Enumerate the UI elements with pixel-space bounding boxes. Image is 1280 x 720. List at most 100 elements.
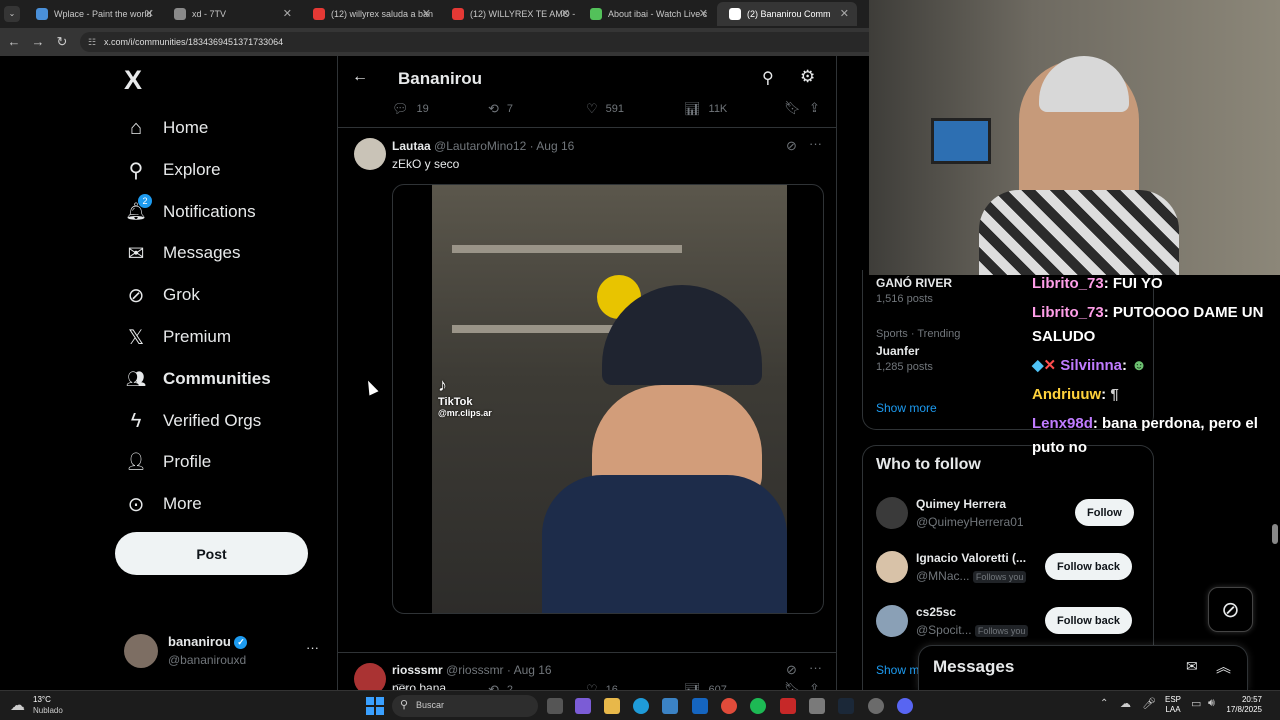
more-icon[interactable]: ··· bbox=[306, 640, 319, 655]
close-icon[interactable]: ✕ bbox=[422, 2, 431, 26]
browser-tab[interactable]: About ibai - Watch Live c ✕ bbox=[578, 2, 716, 26]
weather-widget[interactable]: ☁ 13°C Nublado bbox=[10, 694, 90, 718]
start-button[interactable] bbox=[366, 697, 384, 715]
volume-icon[interactable]: 🔊︎ bbox=[1208, 697, 1215, 710]
show-more-link[interactable]: Show more bbox=[876, 401, 937, 415]
grok-icon[interactable]: ⊘ bbox=[786, 662, 797, 678]
close-icon[interactable]: ✕ bbox=[699, 2, 708, 26]
search-icon[interactable]: ⚲ bbox=[762, 68, 774, 88]
edge-icon[interactable] bbox=[633, 698, 649, 714]
chevron-up-icon[interactable]: ⌃ bbox=[1100, 698, 1108, 709]
close-icon[interactable]: ✕ bbox=[145, 2, 154, 26]
follow-back-button[interactable]: Follow back bbox=[1045, 607, 1132, 634]
gear-icon[interactable]: ⚙ bbox=[800, 67, 815, 87]
tweet[interactable]: Lautaa @LautaroMino12 · Aug 16 ⊘ ··· zEk… bbox=[338, 128, 836, 697]
account-switcher[interactable]: bananirou ✓ @bananirouxd ··· bbox=[124, 632, 324, 672]
tweet-date[interactable]: · Aug 16 bbox=[530, 139, 575, 153]
nav-grok[interactable]: ⊘ Grok bbox=[124, 278, 200, 312]
nav-profile[interactable]: 👤︎ Profile bbox=[124, 445, 211, 479]
discord-icon[interactable] bbox=[897, 698, 913, 714]
nav-notifications[interactable]: 🔔︎ 2 Notifications bbox=[124, 194, 256, 229]
browser-tab-active[interactable]: (2) Bananirou Comm ✕ bbox=[717, 2, 857, 26]
browser-tab[interactable]: (12) willyrex saluda a ban ✕ bbox=[301, 2, 439, 26]
nav-explore[interactable]: ⚲ Explore bbox=[124, 153, 221, 187]
nav-verified-orgs[interactable]: ϟ Verified Orgs bbox=[124, 404, 262, 438]
verified-icon: ✓ bbox=[234, 636, 248, 650]
bookmark-icon[interactable]: 🔖︎ bbox=[784, 100, 801, 116]
app-icon[interactable] bbox=[780, 698, 796, 714]
back-arrow-icon[interactable]: ← bbox=[352, 68, 368, 86]
chrome-icon[interactable] bbox=[721, 698, 737, 714]
messages-drawer[interactable]: Messages ✉ ︽ bbox=[918, 645, 1248, 690]
tweet-author-handle[interactable]: @LautaroMino12 bbox=[434, 139, 526, 153]
nav-home[interactable]: ⌂ Home bbox=[124, 111, 208, 145]
grok-icon[interactable]: ⊘ bbox=[786, 138, 797, 154]
notification-badge: 2 bbox=[138, 194, 152, 208]
outlook-icon[interactable] bbox=[692, 698, 708, 714]
share-icon[interactable]: ⇪ bbox=[809, 100, 820, 116]
app-icon[interactable] bbox=[809, 698, 825, 714]
repost-icon: ⟲ bbox=[488, 101, 499, 116]
mic-icon[interactable]: 🎤︎ bbox=[1142, 697, 1156, 710]
messages-drawer-title: Messages bbox=[933, 657, 1015, 676]
display-icon[interactable]: ▭ bbox=[1191, 697, 1201, 710]
browser-tab[interactable]: xd - 7TV ✕ bbox=[162, 2, 300, 26]
show-more-link[interactable]: Show m bbox=[876, 663, 919, 677]
forward-arrow-icon[interactable]: → bbox=[30, 34, 46, 49]
tweet-author-name[interactable]: riosssmr bbox=[392, 663, 443, 677]
task-view-icon[interactable] bbox=[547, 698, 563, 714]
browser-tab[interactable]: Wplace - Paint the world ✕ bbox=[24, 2, 162, 26]
tweet-author-name[interactable]: Lautaa bbox=[392, 139, 431, 153]
follow-back-button[interactable]: Follow back bbox=[1045, 553, 1132, 580]
store-icon[interactable] bbox=[662, 698, 678, 714]
like-count[interactable]: ♡ 591 bbox=[586, 101, 624, 117]
user-name: Quimey Herrera bbox=[916, 497, 1007, 511]
badge-icon: ◆ bbox=[1032, 357, 1044, 374]
grok-floating-button[interactable]: ⊘ bbox=[1208, 587, 1253, 632]
close-icon[interactable]: ✕ bbox=[283, 2, 292, 26]
copilot-icon[interactable] bbox=[575, 698, 591, 714]
user-handle: @QuimeyHerrera01 bbox=[916, 515, 1024, 529]
view-count[interactable]: 📊︎ 11K bbox=[684, 101, 727, 117]
spotify-icon[interactable] bbox=[750, 698, 766, 714]
post-button[interactable]: Post bbox=[115, 532, 308, 575]
reload-icon[interactable]: ↻ bbox=[54, 34, 70, 50]
nav-messages[interactable]: ✉ Messages bbox=[124, 236, 241, 270]
url-field[interactable]: ☷ x.com/i/communities/183436945137173306… bbox=[80, 32, 880, 52]
nav-communities[interactable]: 👥︎ Communities bbox=[124, 362, 271, 396]
close-icon[interactable]: ✕ bbox=[561, 2, 570, 26]
site-info-icon[interactable]: ☷ bbox=[88, 32, 96, 52]
language-indicator[interactable]: ESP LAA bbox=[1165, 695, 1181, 715]
follow-suggestion[interactable]: cs25sc @Spocit... Follows you Follow bac… bbox=[876, 603, 1146, 643]
x-logo[interactable]: X bbox=[124, 66, 150, 94]
tweet-author-handle[interactable]: @riosssmr bbox=[446, 663, 504, 677]
chevron-up-icon[interactable]: ︽ bbox=[1216, 656, 1231, 677]
scrollbar-thumb[interactable] bbox=[1272, 524, 1278, 544]
app-icon[interactable] bbox=[868, 698, 884, 714]
back-arrow-icon[interactable]: ← bbox=[6, 34, 22, 49]
trend-item[interactable]: GANÓ RIVER 1,516 posts bbox=[876, 276, 952, 305]
close-icon[interactable]: ✕ bbox=[840, 2, 849, 26]
clock[interactable]: 20:57 17/8/2025 bbox=[1222, 695, 1262, 715]
more-icon[interactable]: ··· bbox=[809, 136, 822, 151]
browser-tab[interactable]: (12) WILLYREX TE AMO - ✕ bbox=[440, 2, 578, 26]
follow-suggestion[interactable]: Quimey Herrera @QuimeyHerrera01 Follow bbox=[876, 495, 1146, 535]
person-icon: 👤︎ bbox=[125, 452, 147, 471]
new-message-icon[interactable]: ✉ bbox=[1186, 658, 1198, 675]
follow-button[interactable]: Follow bbox=[1075, 499, 1134, 526]
video-player[interactable]: ♪ TikTok @mr.clips.ar bbox=[392, 184, 824, 614]
reply-count[interactable]: 💬︎ 19 bbox=[392, 101, 429, 117]
steam-icon[interactable] bbox=[838, 698, 854, 714]
repost-count[interactable]: ⟲ 7 bbox=[488, 101, 513, 117]
trend-item[interactable]: Sports · Trending Juanfer 1,285 posts bbox=[876, 328, 960, 373]
taskbar-search[interactable]: ⚲ Buscar bbox=[392, 695, 538, 717]
tab-menu-button[interactable]: ⌄ bbox=[4, 6, 20, 22]
tweet-date[interactable]: · Aug 16 bbox=[507, 663, 552, 677]
cloud-icon[interactable]: ☁ bbox=[1120, 697, 1131, 710]
file-explorer-icon[interactable] bbox=[604, 698, 620, 714]
nav-premium[interactable]: 𝕏 Premium bbox=[124, 320, 231, 354]
follow-suggestion[interactable]: Ignacio Valoretti (... @MNac... Follows … bbox=[876, 549, 1146, 589]
nav-more[interactable]: ⊙ More bbox=[124, 487, 202, 521]
more-icon[interactable]: ··· bbox=[809, 660, 822, 675]
tweet[interactable]: riosssmr @riosssmr · Aug 16 ⊘ ··· pero b… bbox=[338, 653, 836, 690]
